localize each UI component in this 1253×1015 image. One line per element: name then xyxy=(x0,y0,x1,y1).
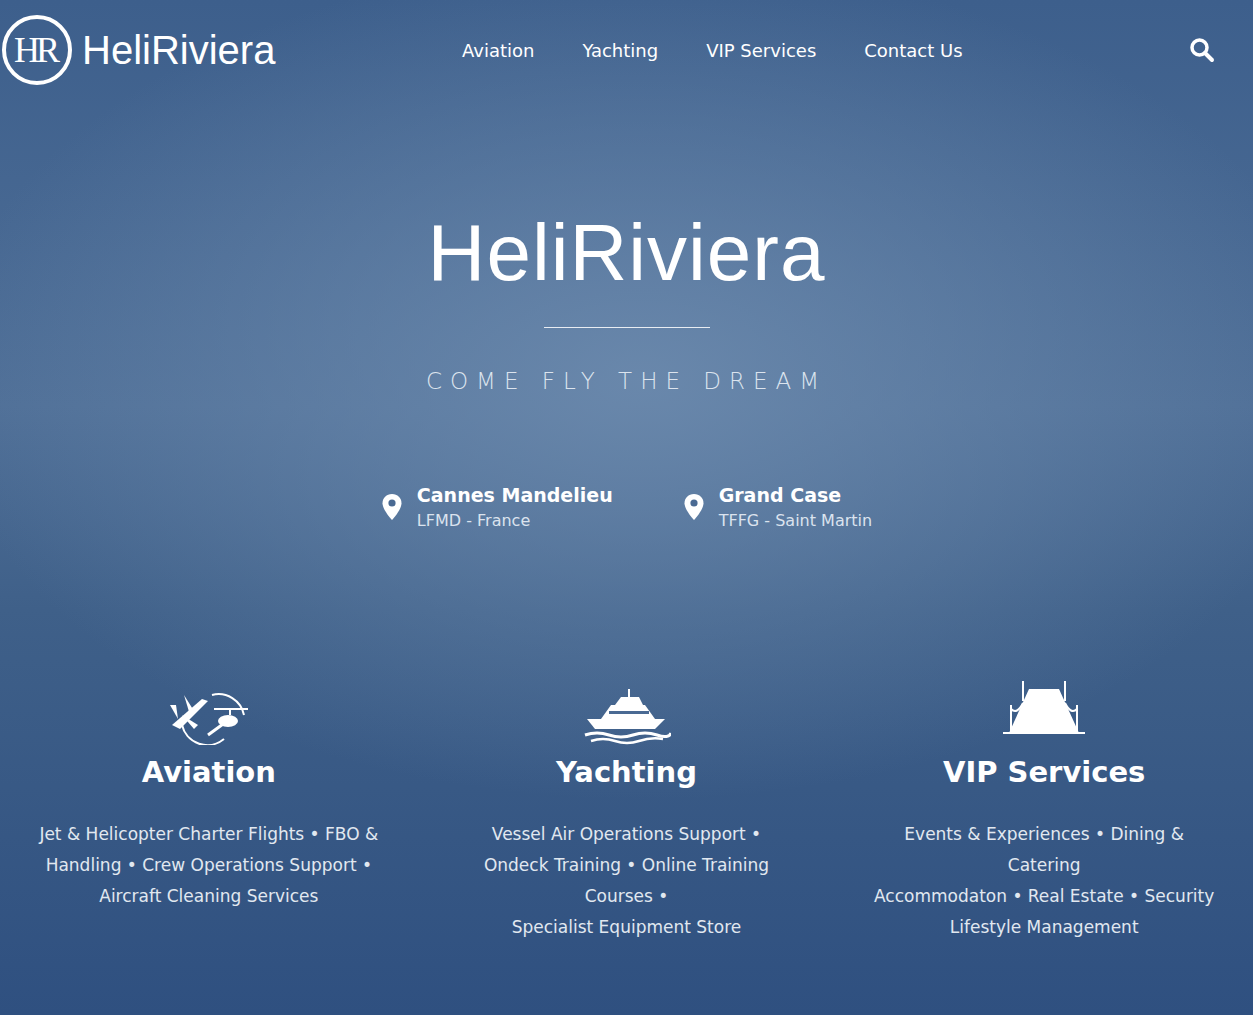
main-nav: Aviation Yachting VIP Services Contact Us xyxy=(422,40,1189,61)
service-title: Aviation xyxy=(142,755,276,789)
location-name: Grand Case xyxy=(719,484,872,506)
location: Cannes Mandelieu LFMD - France xyxy=(381,484,613,530)
locations: Cannes Mandelieu LFMD - France Grand Case T… xyxy=(381,484,872,530)
service-line: Ondeck Training • Online Training xyxy=(484,850,769,881)
nav-link[interactable]: Contact Us xyxy=(864,40,962,61)
logo-mark: HR xyxy=(2,15,72,85)
nav-link[interactable]: Yachting xyxy=(582,40,658,61)
service-line: Handling • Crew Operations Support • xyxy=(46,850,372,881)
service-line: Vessel Air Operations Support • xyxy=(492,819,761,850)
location-detail: TFFG - Saint Martin xyxy=(719,511,872,530)
map-pin-icon xyxy=(683,493,705,521)
service-line: Events & Experiences • Dining & xyxy=(904,819,1184,850)
red-carpet-icon xyxy=(999,675,1089,745)
location: Grand Case TFFG - Saint Martin xyxy=(683,484,872,530)
logo-text: HeliRiviera xyxy=(82,28,275,73)
hero-title: HeliRiviera xyxy=(428,205,826,301)
hero: HeliRiviera COME FLY THE DREAM Cannes Mand… xyxy=(0,100,1253,530)
nav-link[interactable]: Aviation xyxy=(462,40,534,61)
nav-link[interactable]: VIP Services xyxy=(706,40,816,61)
service-card[interactable]: Aviation Jet & Helicopter Charter Flights… xyxy=(0,675,418,943)
service-title: VIP Services xyxy=(943,755,1145,789)
service-line: Aircraft Cleaning Services xyxy=(99,881,318,912)
location-text: Grand Case TFFG - Saint Martin xyxy=(719,484,872,530)
service-card[interactable]: Yachting Vessel Air Operations Support •O… xyxy=(418,675,836,943)
divider xyxy=(544,327,710,328)
services: Aviation Jet & Helicopter Charter Flights… xyxy=(0,675,1253,943)
service-line: Specialist Equipment Store xyxy=(512,912,742,943)
service-line: Accommodaton • Real Estate • Security xyxy=(874,881,1214,912)
tagline: COME FLY THE DREAM xyxy=(426,368,827,394)
service-line: Lifestyle Management xyxy=(950,912,1139,943)
service-card[interactable]: VIP Services Events & Experiences • Dinin… xyxy=(835,675,1253,943)
service-line: Jet & Helicopter Charter Flights • FBO & xyxy=(39,819,378,850)
map-pin-icon xyxy=(381,493,403,521)
location-text: Cannes Mandelieu LFMD - France xyxy=(417,484,613,530)
location-detail: LFMD - France xyxy=(417,511,613,530)
service-line: Catering xyxy=(1008,850,1081,881)
location-name: Cannes Mandelieu xyxy=(417,484,613,506)
logo[interactable]: HRHeliRiviera xyxy=(2,15,422,85)
service-line: Courses • xyxy=(585,881,669,912)
site-header: HRHeliRiviera Aviation Yachting VIP Service… xyxy=(0,0,1253,100)
search-icon[interactable] xyxy=(1189,37,1215,63)
aircraft-icon xyxy=(164,675,254,745)
yacht-icon xyxy=(581,675,671,745)
service-title: Yachting xyxy=(556,755,697,789)
